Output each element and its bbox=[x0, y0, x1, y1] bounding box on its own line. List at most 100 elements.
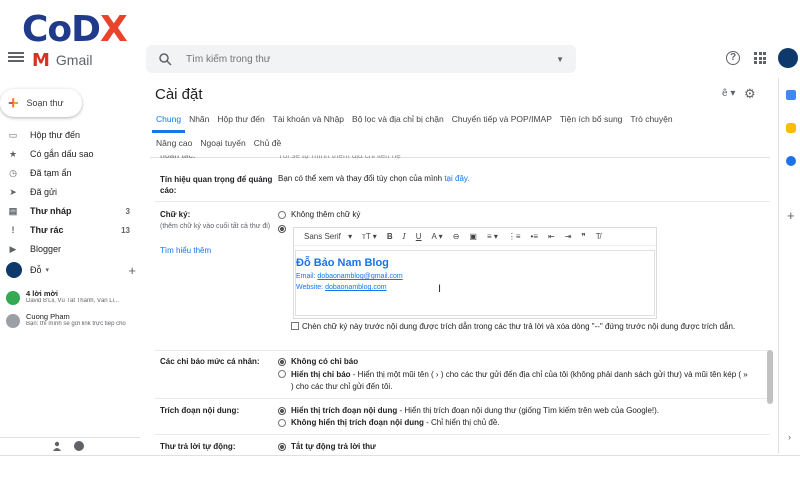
bottom-blank-area bbox=[0, 455, 800, 500]
learn-more-link[interactable]: Tìm hiểu thêm bbox=[160, 246, 211, 255]
no-indicators-radio[interactable] bbox=[278, 358, 286, 366]
indent-more-icon[interactable]: ⇥ bbox=[560, 232, 577, 241]
underline-icon[interactable]: U bbox=[411, 232, 427, 241]
tab-offline[interactable]: Ngoại tuyến bbox=[196, 134, 249, 154]
search-icon[interactable] bbox=[158, 52, 172, 66]
gear-icon[interactable]: ⚙ bbox=[744, 86, 756, 102]
tab-filters[interactable]: Bộ lọc và địa chỉ bị chặn bbox=[348, 110, 448, 133]
bold-icon[interactable]: B bbox=[382, 232, 398, 241]
signature-email[interactable]: dobaonamblog@gmail.com bbox=[317, 273, 402, 280]
chat-item[interactable]: 4 lời mời David B'Lii, Vũ Tất Thành, Văn… bbox=[6, 289, 140, 305]
tab-inbox[interactable]: Hộp thư đến bbox=[213, 110, 268, 133]
chat-bubble-icon[interactable] bbox=[74, 441, 84, 451]
font-family-select[interactable]: Sans Serif ▾ bbox=[294, 232, 357, 241]
show-indicators-label: Hiển thị chỉ báo - Hiển thị một mũi tên … bbox=[291, 370, 748, 391]
row-divider bbox=[155, 434, 770, 435]
insert-before-checkbox[interactable] bbox=[291, 322, 299, 330]
numbered-list-icon[interactable]: ⋮≡ bbox=[503, 232, 526, 241]
tabs-divider bbox=[150, 157, 770, 158]
link-icon[interactable]: ⊖ bbox=[448, 232, 465, 241]
nav-item-spam[interactable]: ! Thư rác 13 bbox=[0, 221, 140, 239]
spam-icon: ! bbox=[11, 225, 15, 235]
keep-icon[interactable] bbox=[786, 123, 796, 133]
plus-icon: + bbox=[8, 93, 19, 113]
personal-level-label: Các chỉ báo mức cá nhân: bbox=[160, 357, 260, 366]
image-icon[interactable]: ▣ bbox=[464, 232, 482, 241]
page-title: Cài đặt bbox=[155, 86, 203, 103]
tab-general[interactable]: Chung bbox=[152, 110, 186, 133]
nav-item-snoozed[interactable]: ◷ Đã tạm ẩn bbox=[0, 164, 140, 182]
signature-radio[interactable] bbox=[278, 225, 286, 233]
auto-reply-label: Thư trả lời tự động: bbox=[160, 442, 236, 451]
help-icon[interactable]: ? bbox=[726, 51, 740, 65]
show-snippets-radio[interactable] bbox=[278, 407, 286, 415]
tasks-icon[interactable] bbox=[786, 156, 796, 166]
gmail-logo[interactable]: M Gmail bbox=[32, 50, 92, 71]
label-icon: ▶ bbox=[9, 243, 17, 254]
align-icon[interactable]: ≡ ▾ bbox=[482, 232, 503, 241]
tab-advanced[interactable]: Nâng cao bbox=[152, 134, 196, 154]
settings-scrollbar[interactable] bbox=[767, 350, 773, 404]
nav-item-sent[interactable]: ➤ Đã gửi bbox=[0, 183, 140, 201]
nav-item-drafts[interactable]: ▤ Thư nháp 3 bbox=[0, 202, 140, 220]
calendar-icon[interactable] bbox=[786, 90, 796, 100]
settings-tabs-row1: Chung Nhãn Hộp thư đến Tài khoản và Nhập… bbox=[152, 110, 677, 133]
quote-icon[interactable]: ❞ bbox=[576, 232, 590, 241]
chevron-down-icon[interactable]: ▾ bbox=[46, 266, 50, 274]
apps-grid-icon[interactable] bbox=[754, 52, 766, 64]
no-signature-label: Không thêm chữ ký bbox=[291, 210, 361, 219]
nav-item-starred[interactable]: ★ Có gắn dấu sao bbox=[0, 145, 140, 163]
tab-chat[interactable]: Trò chuyện bbox=[626, 110, 676, 133]
hangouts-user-name: Đỗ bbox=[30, 265, 42, 275]
remove-formatting-icon[interactable]: T̸ bbox=[591, 232, 606, 241]
signature-hint: (thêm chữ ký vào cuối tất cả thư đi) bbox=[160, 223, 271, 230]
chat-item[interactable]: Cuong Pham Bạn: thì mình sẽ gửi link trự… bbox=[6, 312, 140, 328]
font-size-icon[interactable]: ᴛT ▾ bbox=[357, 232, 382, 241]
input-tools-icon[interactable]: ê ▾ bbox=[722, 88, 735, 99]
gmail-settings-window: CoDX M Gmail ▼ ? + Soạn thư ▭ Hộp thư đế… bbox=[0, 0, 800, 500]
signature-name: Đỗ Bảo Nam Blog bbox=[296, 257, 389, 269]
star-icon: ★ bbox=[8, 148, 18, 159]
nav-item-blogger[interactable]: ▶ Blogger bbox=[0, 240, 140, 258]
person-icon[interactable] bbox=[52, 441, 62, 451]
tab-forwarding[interactable]: Chuyển tiếp và POP/IMAP bbox=[448, 110, 556, 133]
insert-before-label: Chèn chữ ký này trước nội dung được tríc… bbox=[302, 322, 736, 331]
account-avatar[interactable] bbox=[778, 48, 798, 68]
chat-avatar bbox=[6, 291, 20, 305]
row-divider bbox=[155, 201, 770, 202]
row-divider bbox=[155, 350, 770, 351]
tab-labels[interactable]: Nhãn bbox=[185, 110, 213, 133]
search-input[interactable] bbox=[186, 53, 557, 65]
chat-avatar bbox=[6, 314, 20, 328]
show-indicators-radio[interactable] bbox=[278, 370, 286, 378]
important-signals-link[interactable]: tại đây. bbox=[444, 174, 469, 183]
nav-item-inbox[interactable]: ▭ Hộp thư đến bbox=[0, 126, 140, 144]
signature-website-label: Website: bbox=[296, 284, 324, 291]
compose-label: Soạn thư bbox=[26, 98, 64, 108]
search-options-icon[interactable]: ▼ bbox=[556, 55, 564, 64]
chevron-right-icon[interactable]: › bbox=[788, 432, 791, 442]
auto-reply-off-radio[interactable] bbox=[278, 443, 286, 451]
main-menu-icon[interactable] bbox=[8, 50, 24, 64]
tab-addons[interactable]: Tiện ích bổ sung bbox=[556, 110, 627, 133]
hangouts-user[interactable]: Đỗ ▾ + bbox=[6, 261, 136, 279]
tab-themes[interactable]: Chủ đề bbox=[250, 134, 285, 154]
new-chat-plus-icon[interactable]: + bbox=[128, 263, 136, 278]
nav-item-label: Hộp thư đến bbox=[30, 130, 81, 140]
signature-website[interactable]: dobaonamblog.com bbox=[325, 284, 387, 291]
no-snippets-label: Không hiển thị trích đoạn nội dung - Chỉ… bbox=[291, 418, 500, 427]
bulleted-list-icon[interactable]: •≡ bbox=[526, 232, 543, 241]
search-bar[interactable]: ▼ bbox=[146, 45, 576, 73]
compose-button[interactable]: + Soạn thư bbox=[0, 89, 82, 117]
get-addons-plus-icon[interactable]: + bbox=[787, 208, 795, 223]
tab-accounts[interactable]: Tài khoản và Nhập bbox=[269, 110, 348, 133]
inbox-icon: ▭ bbox=[8, 129, 18, 140]
chat-subtitle: David B'Lii, Vũ Tất Thành, Văn Li... bbox=[26, 298, 119, 304]
no-signature-radio[interactable] bbox=[278, 211, 286, 219]
hangouts-avatar bbox=[6, 262, 22, 278]
nav-item-label: Có gắn dấu sao bbox=[30, 149, 94, 159]
no-snippets-radio[interactable] bbox=[278, 419, 286, 427]
italic-icon[interactable]: I bbox=[398, 232, 411, 241]
indent-less-icon[interactable]: ⇤ bbox=[543, 232, 560, 241]
text-color-icon[interactable]: A ▾ bbox=[427, 232, 448, 241]
